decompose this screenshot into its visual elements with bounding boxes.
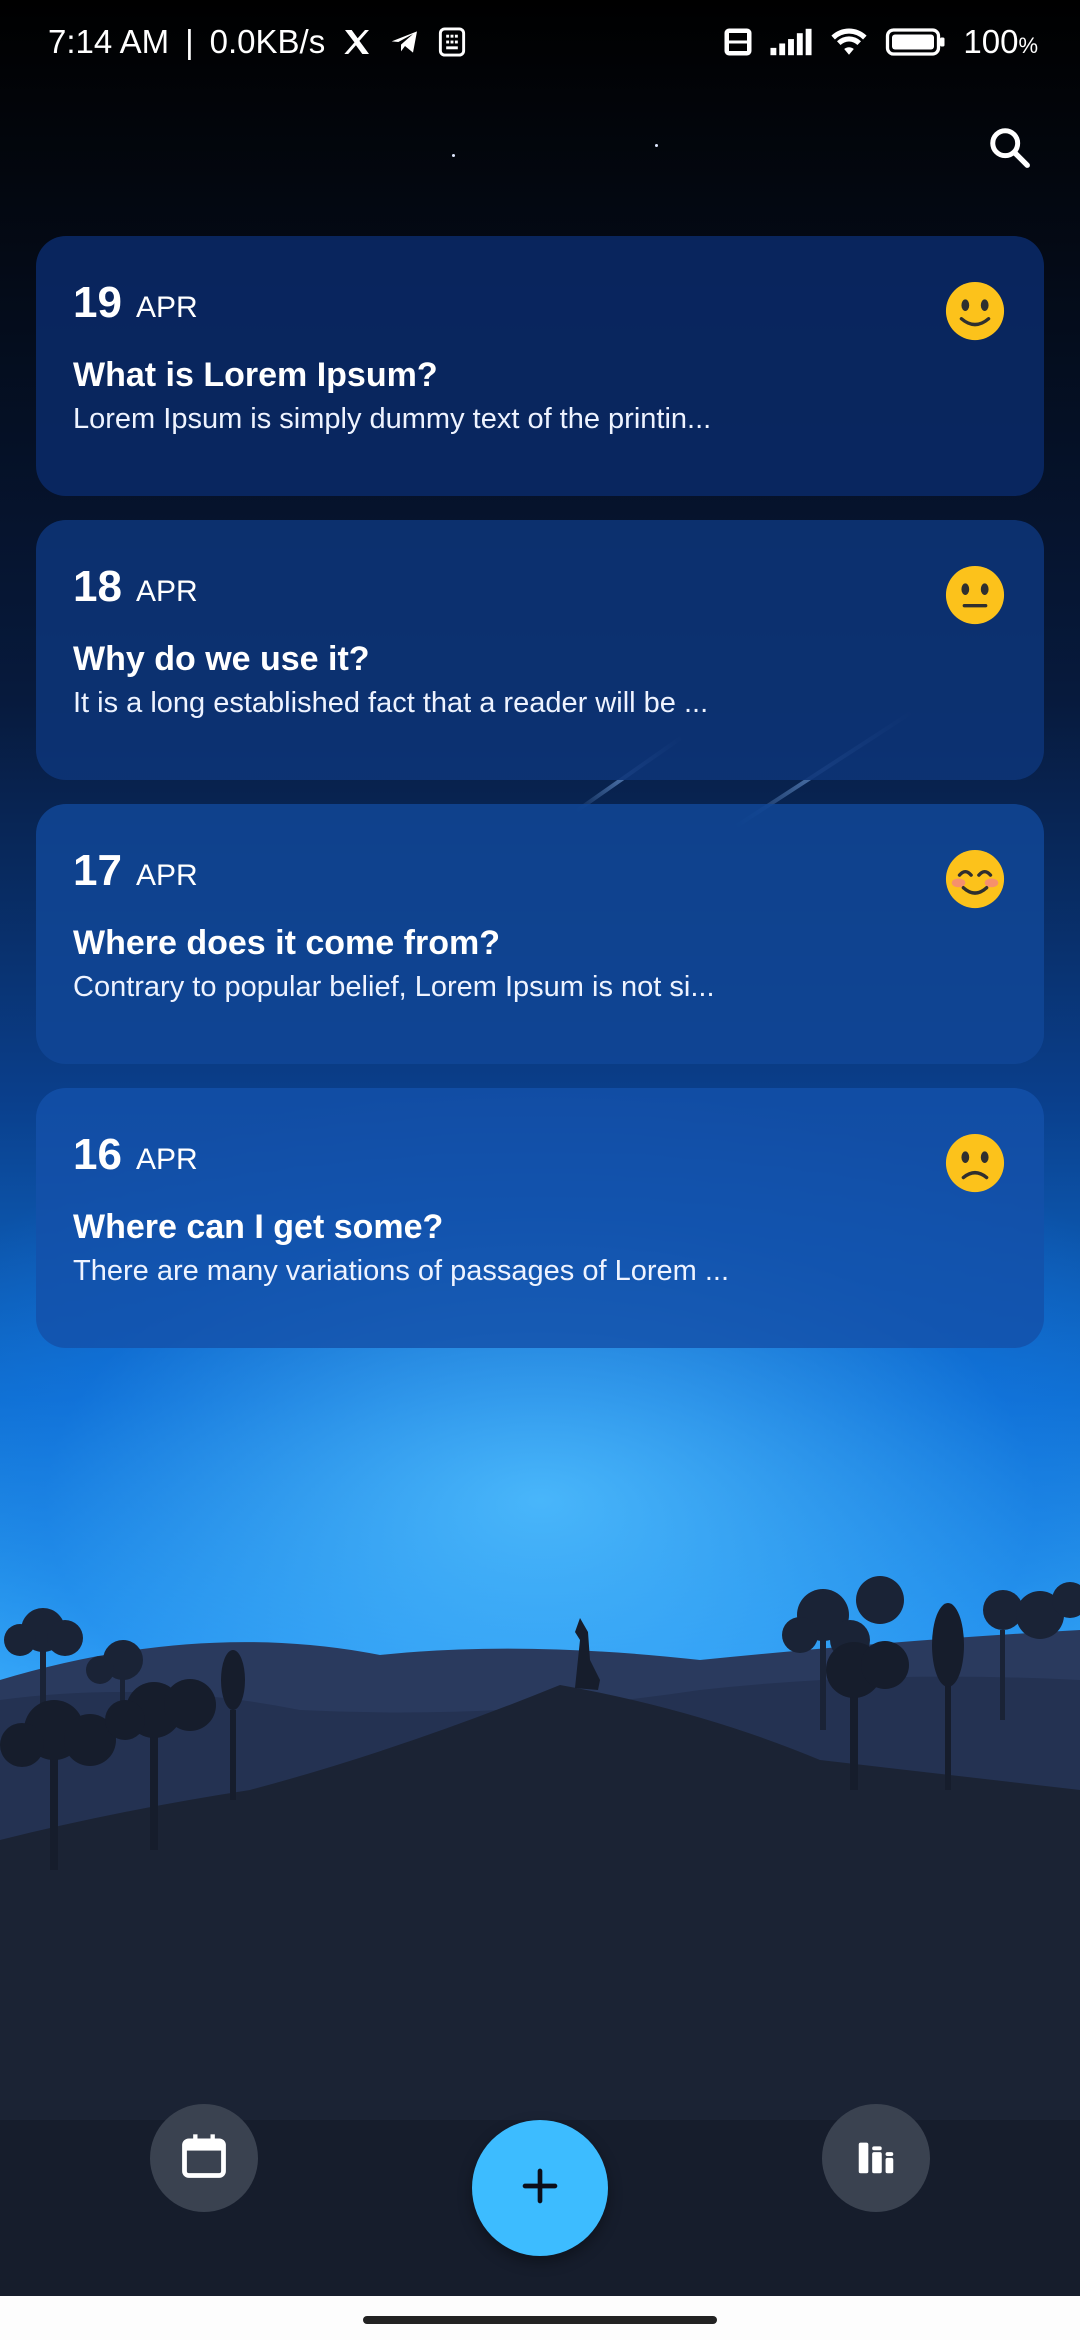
star [655, 144, 658, 147]
entry-title: Where can I get some? [73, 1208, 444, 1246]
entry-month: APR [135, 575, 198, 608]
journal-entry-card[interactable]: 19 APR What is Lorem Ipsum? Lorem Ipsum … [36, 236, 1044, 496]
status-time: 7:14 AM [48, 23, 170, 60]
entry-date: 18 APR [73, 562, 1006, 626]
entry-snippet: Lorem Ipsum is simply dummy text of the … [73, 403, 712, 435]
home-gesture-bar[interactable] [363, 2316, 717, 2324]
slightly-frowning-face-icon [945, 1133, 1005, 1193]
status-separator: | [185, 23, 194, 60]
search-icon [987, 125, 1033, 176]
statistics-button[interactable] [822, 2104, 930, 2212]
calendar-icon [178, 2130, 230, 2187]
entry-day: 18 [73, 562, 122, 611]
journal-entry-card[interactable]: 18 APR Why do we use it? It is a long es… [36, 520, 1044, 780]
volte-icon [723, 27, 753, 57]
entry-day: 17 [73, 846, 122, 895]
signal-icon [769, 27, 813, 57]
calendar-button[interactable] [150, 2104, 258, 2212]
entry-snippet: Contrary to popular belief, Lorem Ipsum … [73, 971, 715, 1003]
x-icon [341, 26, 373, 58]
entry-month: APR [135, 1143, 198, 1176]
entry-day: 19 [73, 278, 122, 327]
smiling-face-with-blush-icon [945, 849, 1005, 909]
entry-title: What is Lorem Ipsum? [73, 356, 438, 394]
stats-icon [853, 2133, 899, 2184]
entry-title: Why do we use it? [73, 640, 370, 678]
telegram-icon [389, 26, 421, 58]
wifi-icon [829, 26, 869, 58]
battery-level: 100% [963, 23, 1038, 60]
search-button[interactable] [970, 110, 1050, 190]
entry-snippet: It is a long established fact that a rea… [73, 687, 709, 719]
entry-month: APR [135, 291, 198, 324]
entry-date: 19 APR [73, 278, 1006, 342]
star [452, 154, 455, 157]
entry-title: Where does it come from? [73, 924, 500, 962]
status-bar: 7:14 AM | 0.0KB/s 100% [0, 0, 1080, 84]
entry-date: 17 APR [73, 846, 1006, 910]
entry-snippet: There are many variations of passages of… [73, 1255, 730, 1287]
journal-entry-card[interactable]: 17 APR Where does it come from? Contrary… [36, 804, 1044, 1064]
journal-entry-card[interactable]: 16 APR Where can I get some? There are m… [36, 1088, 1044, 1348]
status-network-speed: 0.0KB/s [209, 23, 326, 60]
add-entry-button[interactable] [472, 2120, 608, 2256]
entry-day: 16 [73, 1130, 122, 1179]
journal-entry-list: 19 APR What is Lorem Ipsum? Lorem Ipsum … [36, 236, 1044, 1372]
slightly-smiling-face-icon [945, 281, 1005, 341]
neutral-face-icon [945, 565, 1005, 625]
plus-icon [520, 2166, 560, 2211]
entry-month: APR [135, 859, 198, 892]
entry-date: 16 APR [73, 1130, 1006, 1194]
sim-toolkit-icon [437, 26, 467, 58]
battery-icon [885, 27, 947, 57]
